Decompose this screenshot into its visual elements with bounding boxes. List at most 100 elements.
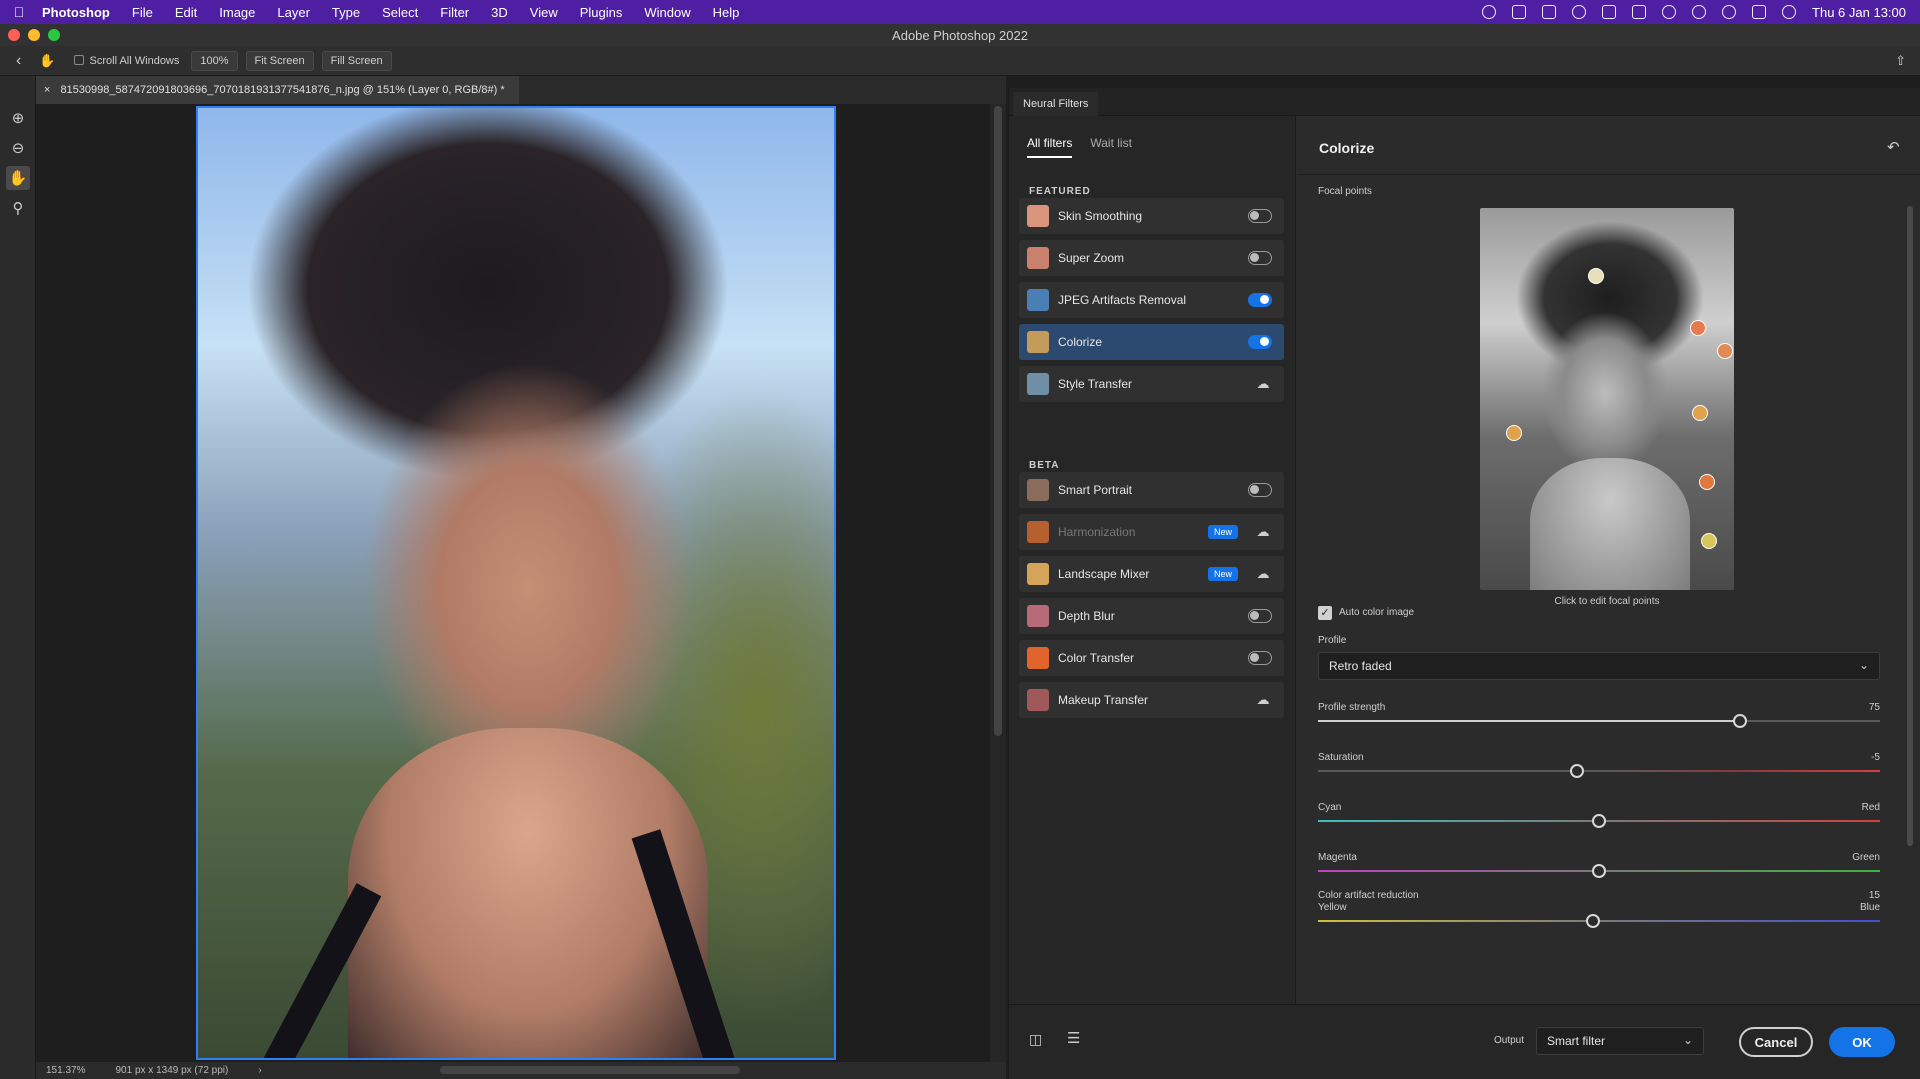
- creative-cloud-icon[interactable]: [1482, 5, 1497, 19]
- filter-row[interactable]: Harmonization New ☁: [1019, 514, 1284, 550]
- zoom-level[interactable]: 151.37%: [46, 1065, 85, 1076]
- canvas-vertical-scrollbar[interactable]: [990, 104, 1006, 1062]
- filter-row[interactable]: Makeup Transfer ☁: [1019, 682, 1284, 718]
- record-icon[interactable]: [1572, 5, 1587, 19]
- mute-icon[interactable]: [1632, 5, 1647, 19]
- filter-toggle[interactable]: [1248, 335, 1272, 349]
- menu-view[interactable]: View: [519, 5, 569, 20]
- slider-thumb[interactable]: [1732, 714, 1747, 728]
- menu-app[interactable]: Photoshop: [38, 5, 121, 20]
- focal-points-preview[interactable]: [1480, 208, 1734, 590]
- filter-toggle[interactable]: [1248, 209, 1272, 223]
- zoom-in-tool-icon[interactable]: ⊕: [6, 106, 30, 130]
- filter-row[interactable]: Style Transfer ☁: [1019, 366, 1284, 402]
- slider-track[interactable]: [1318, 764, 1880, 778]
- minimize-window-button[interactable]: [28, 29, 40, 41]
- scrollbar-thumb[interactable]: [994, 106, 1002, 736]
- auto-color-checkbox[interactable]: ✓: [1318, 606, 1332, 620]
- focal-point-marker[interactable]: [1699, 474, 1715, 490]
- slider-thumb[interactable]: [1592, 814, 1606, 828]
- slider-track[interactable]: [1318, 864, 1880, 878]
- tab-wait-list[interactable]: Wait list: [1090, 136, 1132, 158]
- tab-all-filters[interactable]: All filters: [1027, 136, 1073, 158]
- wifi-icon[interactable]: [1692, 5, 1707, 19]
- grammarly-icon[interactable]: [1602, 5, 1617, 19]
- scroll-all-windows-checkbox[interactable]: Scroll All Windows: [73, 54, 179, 67]
- siri-icon[interactable]: [1782, 5, 1797, 19]
- spotlight-search-icon[interactable]: [1722, 5, 1737, 19]
- document-canvas[interactable]: [36, 104, 996, 1062]
- menu-plugins[interactable]: Plugins: [569, 5, 634, 20]
- canvas-horizontal-scrollbar[interactable]: [440, 1066, 740, 1074]
- slider-thumb[interactable]: [1586, 914, 1601, 928]
- control-center-icon[interactable]: [1752, 5, 1767, 19]
- filter-toggle[interactable]: [1248, 483, 1272, 497]
- slider-track[interactable]: [1318, 814, 1880, 828]
- ok-button[interactable]: OK: [1829, 1027, 1895, 1057]
- filter-toggle[interactable]: [1248, 609, 1272, 623]
- cloud-download-icon[interactable]: ☁: [1252, 566, 1274, 582]
- filter-row[interactable]: JPEG Artifacts Removal: [1019, 282, 1284, 318]
- zoom-out-tool-icon[interactable]: ⊖: [6, 136, 30, 160]
- app-icon[interactable]: [1512, 5, 1527, 19]
- filter-row[interactable]: Color Transfer: [1019, 640, 1284, 676]
- filter-row[interactable]: Colorize: [1019, 324, 1284, 360]
- close-window-button[interactable]: [8, 29, 20, 41]
- filter-row[interactable]: Landscape Mixer New ☁: [1019, 556, 1284, 592]
- fit-screen-button[interactable]: Fit Screen: [245, 50, 314, 71]
- menu-type[interactable]: Type: [321, 5, 371, 20]
- filter-row[interactable]: Skin Smoothing: [1019, 198, 1284, 234]
- filter-row[interactable]: Smart Portrait: [1019, 472, 1284, 508]
- focal-point-marker[interactable]: [1717, 343, 1733, 359]
- messages-icon[interactable]: [1542, 5, 1557, 19]
- focal-point-marker[interactable]: [1701, 533, 1717, 549]
- cloud-download-icon[interactable]: ☁: [1252, 524, 1274, 540]
- menu-help[interactable]: Help: [702, 5, 751, 20]
- menu-3d[interactable]: 3D: [480, 5, 519, 20]
- reset-icon[interactable]: ↶: [1887, 138, 1900, 156]
- focal-point-marker[interactable]: [1588, 268, 1604, 284]
- menu-layer[interactable]: Layer: [266, 5, 321, 20]
- cloud-download-icon[interactable]: ☁: [1252, 692, 1274, 708]
- output-dropdown[interactable]: Smart filter ⌄: [1536, 1027, 1704, 1055]
- focal-point-marker[interactable]: [1692, 405, 1708, 421]
- fill-screen-button[interactable]: Fill Screen: [321, 50, 392, 71]
- menu-select[interactable]: Select: [371, 5, 429, 20]
- menu-clock[interactable]: Thu 6 Jan 13:00: [1812, 5, 1906, 20]
- filter-toggle[interactable]: [1248, 293, 1272, 307]
- hand-tool-icon[interactable]: ✋: [39, 53, 55, 69]
- apple-icon[interactable]: : [0, 4, 38, 20]
- cloud-download-icon[interactable]: ☁: [1252, 376, 1274, 392]
- magnifier-tool-icon[interactable]: ⚲: [6, 196, 30, 220]
- focal-point-marker[interactable]: [1506, 425, 1522, 441]
- slider-track[interactable]: [1318, 914, 1880, 928]
- cancel-button[interactable]: Cancel: [1739, 1027, 1813, 1057]
- menu-edit[interactable]: Edit: [164, 5, 208, 20]
- slider-thumb[interactable]: [1569, 764, 1584, 778]
- menu-image[interactable]: Image: [208, 5, 266, 20]
- filter-row[interactable]: Super Zoom: [1019, 240, 1284, 276]
- layers-icon[interactable]: ☰: [1067, 1029, 1080, 1047]
- slider-thumb[interactable]: [1592, 864, 1606, 878]
- profile-dropdown[interactable]: Retro faded ⌄: [1318, 652, 1880, 680]
- filter-toggle[interactable]: [1248, 251, 1272, 265]
- filter-toggle[interactable]: [1248, 651, 1272, 665]
- compare-icon[interactable]: ◫: [1029, 1031, 1042, 1048]
- menu-file[interactable]: File: [121, 5, 164, 20]
- share-icon[interactable]: ⇧: [1895, 53, 1906, 69]
- document-tab[interactable]: × 81530998_587472091803696_7070181931377…: [36, 76, 519, 104]
- zoom-100-button[interactable]: 100%: [191, 50, 238, 71]
- back-chevron-icon[interactable]: ‹: [16, 52, 21, 70]
- status-menu-chevron-icon[interactable]: ›: [258, 1065, 261, 1076]
- focal-point-marker[interactable]: [1690, 320, 1706, 336]
- settings-scrollbar[interactable]: [1907, 206, 1913, 846]
- bluetooth-icon[interactable]: [1662, 5, 1677, 19]
- menu-filter[interactable]: Filter: [429, 5, 480, 20]
- zoom-window-button[interactable]: [48, 29, 60, 41]
- menu-window[interactable]: Window: [633, 5, 701, 20]
- neural-filters-tab[interactable]: Neural Filters: [1013, 92, 1099, 116]
- slider-track[interactable]: [1318, 714, 1880, 728]
- close-tab-icon[interactable]: ×: [44, 84, 50, 96]
- hand-tool-icon[interactable]: ✋: [6, 166, 30, 190]
- filter-row[interactable]: Depth Blur: [1019, 598, 1284, 634]
